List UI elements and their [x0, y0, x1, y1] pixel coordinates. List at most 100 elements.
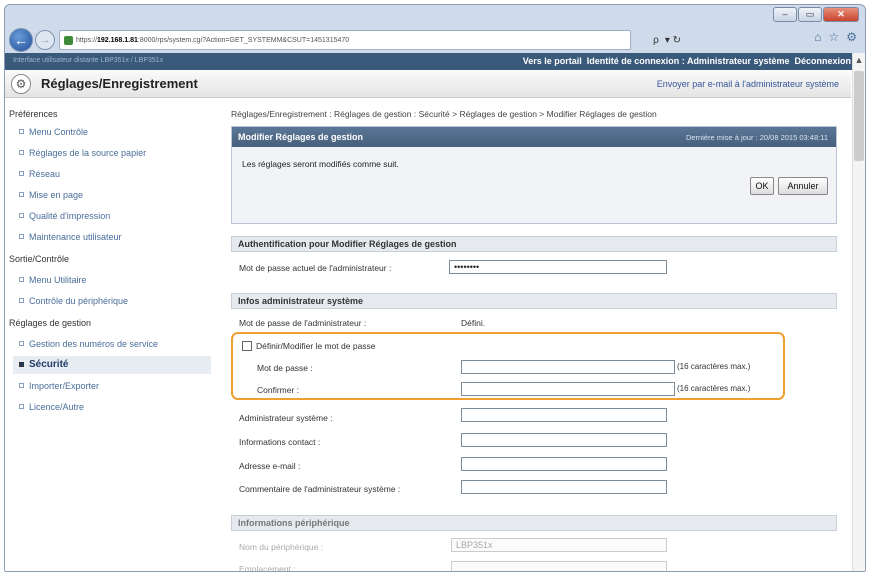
- logout-link[interactable]: Déconnexion: [794, 56, 851, 66]
- home-icon[interactable]: ⌂: [814, 30, 821, 44]
- sidebar-item-licence[interactable]: Licence/Autre: [19, 402, 84, 412]
- search-icon[interactable]: ρ: [653, 35, 659, 46]
- sidebar: Préférences Menu Contrôle Réglages de la…: [5, 105, 217, 571]
- new-password-input[interactable]: [461, 360, 675, 374]
- address-bar[interactable]: https://192.168.1.81:8000/rps/system.cgi…: [59, 30, 631, 50]
- new-password-label: Mot de passe :: [257, 363, 313, 373]
- sysadmin-input[interactable]: [461, 408, 667, 422]
- sidebar-item-menu-controle[interactable]: Menu Contrôle: [19, 127, 88, 137]
- contact-input[interactable]: [461, 433, 667, 447]
- sidebar-item-maintenance[interactable]: Maintenance utilisateur: [19, 232, 122, 242]
- product-name: Interface utilisateur distante LBP351x /…: [13, 57, 164, 64]
- change-password-checkbox[interactable]: [242, 341, 252, 351]
- last-update: Dernière mise à jour : 20/08 2015 03:48:…: [685, 133, 828, 142]
- vertical-scrollbar[interactable]: ▲: [852, 53, 865, 571]
- bullet-icon: [19, 404, 24, 409]
- close-icon[interactable]: ✕: [823, 7, 859, 22]
- admin-section: Infos administrateur système: [231, 293, 837, 309]
- bullet-icon: [19, 383, 24, 388]
- browser-toolbar: ← → https://192.168.1.81:8000/rps/system…: [5, 27, 865, 53]
- refresh-icon[interactable]: ▾ ↻: [665, 35, 681, 46]
- sidebar-item-label: Mise en page: [29, 190, 84, 200]
- bullet-icon: [19, 341, 24, 346]
- minimize-icon[interactable]: –: [773, 7, 797, 22]
- confirm-password-input[interactable]: [461, 382, 675, 396]
- location-label: Emplacement :: [239, 564, 296, 572]
- panel-title-bar: Modifier Réglages de gestion Dernière mi…: [232, 127, 836, 147]
- sidebar-group-sortie: Sortie/Contrôle: [9, 254, 70, 264]
- auth-section-title: Authentification pour Modifier Réglages …: [231, 236, 837, 252]
- login-identity: Identité de connexion : Administrateur s…: [586, 56, 790, 66]
- bullet-icon: [19, 171, 24, 176]
- certificate-icon: [64, 35, 73, 45]
- sidebar-item-label: Menu Utilitaire: [29, 275, 87, 285]
- address-tools: ρ ▾ ↻: [653, 30, 681, 50]
- address-prefix: https://: [76, 36, 98, 44]
- browser-icons: ⌂ ☆ ⚙: [814, 30, 857, 44]
- sidebar-item-label: Maintenance utilisateur: [29, 232, 122, 242]
- confirm-password-label: Confirmer :: [257, 385, 300, 395]
- sidebar-item-label: Sécurité: [29, 359, 69, 370]
- window-controls: – ▭ ✕: [773, 7, 859, 22]
- sidebar-item-label: Licence/Autre: [29, 402, 85, 412]
- top-strip: Interface utilisateur distante LBP351x /…: [5, 53, 865, 70]
- bullet-icon: [19, 129, 24, 134]
- email-admin-link[interactable]: Envoyer par e-mail à l'administrateur sy…: [657, 79, 839, 89]
- forward-arrow-icon[interactable]: →: [35, 30, 55, 50]
- location-input[interactable]: [451, 561, 667, 571]
- sidebar-item-reseau[interactable]: Réseau: [19, 169, 60, 179]
- confirm-password-note: (16 caractères max.): [677, 384, 751, 393]
- bullet-icon: [19, 213, 24, 218]
- bullet-icon: [19, 298, 24, 303]
- portal-link[interactable]: Vers le portail: [523, 56, 582, 66]
- scroll-thumb[interactable]: [854, 71, 864, 161]
- sidebar-item-qualite[interactable]: Qualité d'impression: [19, 211, 110, 221]
- star-icon[interactable]: ☆: [828, 30, 839, 44]
- device-name-input[interactable]: LBP351x: [451, 538, 667, 552]
- sidebar-group-gestion: Réglages de gestion: [9, 318, 92, 328]
- contact-label: Informations contact :: [239, 437, 321, 447]
- change-password-label: Définir/Modifier le mot de passe: [256, 341, 376, 351]
- top-links: Vers le portail Identité de connexion : …: [523, 56, 851, 66]
- admin-section-title: Infos administrateur système: [231, 293, 837, 309]
- sidebar-item-mise-en-page[interactable]: Mise en page: [19, 190, 83, 200]
- settings-gear-icon: ⚙: [11, 74, 31, 94]
- bullet-icon: [19, 362, 24, 367]
- bullet-icon: [19, 277, 24, 282]
- sidebar-item-controle-peripherique[interactable]: Contrôle du périphérique: [19, 296, 128, 306]
- current-password-input[interactable]: ••••••••: [449, 260, 667, 274]
- sidebar-item-label: Contrôle du périphérique: [29, 296, 129, 306]
- email-label: Adresse e-mail :: [239, 461, 301, 471]
- sidebar-item-importer-exporter[interactable]: Importer/Exporter: [19, 381, 99, 391]
- sidebar-item-securite[interactable]: Sécurité: [13, 356, 211, 374]
- panel-body: Les réglages seront modifiés comme suit.…: [232, 147, 836, 223]
- sidebar-item-label: Importer/Exporter: [29, 381, 100, 391]
- cancel-button[interactable]: Annuler: [778, 177, 828, 195]
- settings-icon[interactable]: ⚙: [846, 30, 857, 44]
- page-viewport: Interface utilisateur distante LBP351x /…: [5, 53, 865, 572]
- panel-title: Modifier Réglages de gestion: [238, 132, 364, 142]
- admin-password-status: Défini.: [461, 318, 486, 328]
- maximize-icon[interactable]: ▭: [798, 7, 822, 22]
- sidebar-group-preferences: Préférences: [9, 109, 58, 119]
- sidebar-item-label: Réseau: [29, 169, 61, 179]
- device-section: Informations périphérique: [231, 515, 837, 531]
- sidebar-item-numeros-service[interactable]: Gestion des numéros de service: [19, 339, 158, 349]
- sidebar-item-label: Qualité d'impression: [29, 211, 111, 221]
- sidebar-item-label: Gestion des numéros de service: [29, 339, 159, 349]
- ok-button[interactable]: OK: [750, 177, 774, 195]
- bullet-icon: [19, 150, 24, 155]
- bullet-icon: [19, 234, 24, 239]
- sidebar-item-menu-utilitaire[interactable]: Menu Utilitaire: [19, 275, 87, 285]
- device-name-label: Nom du périphérique :: [239, 542, 324, 552]
- bullet-icon: [19, 192, 24, 197]
- comment-label: Commentaire de l'administrateur système …: [239, 484, 401, 494]
- scroll-up-icon[interactable]: ▲: [853, 53, 865, 67]
- back-arrow-icon[interactable]: ←: [9, 28, 33, 52]
- comment-input[interactable]: [461, 480, 667, 494]
- email-input[interactable]: [461, 457, 667, 471]
- address-host: 192.168.1.81: [97, 36, 138, 44]
- address-path: :8000/rps/system.cgi?Action=GET_SYSTEMM&…: [137, 36, 350, 44]
- sidebar-item-source-papier[interactable]: Réglages de la source papier: [19, 148, 146, 158]
- panel-message: Les réglages seront modifiés comme suit.: [242, 159, 399, 169]
